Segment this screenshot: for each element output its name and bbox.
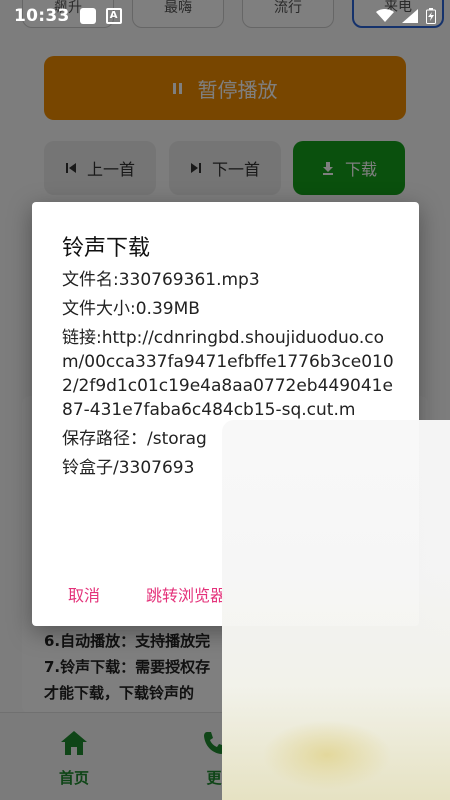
open-browser-button[interactable]: 跳转浏览器	[146, 582, 226, 606]
signal-icon	[402, 9, 418, 23]
keyboard-a-icon: A	[105, 8, 122, 24]
dialog-actions: 取消 跳转浏览器	[68, 582, 226, 606]
file-size-text: 文件大小:0.39MB	[62, 299, 200, 319]
blurred-overlay	[222, 420, 450, 800]
status-bar: 10:33 A	[0, 0, 450, 32]
link-text: 链接:http://cdnringbd.shoujiduoduo.com/00c…	[62, 328, 394, 420]
cancel-button[interactable]: 取消	[68, 582, 100, 606]
status-time: 10:33	[14, 6, 70, 26]
battery-charging-icon	[426, 8, 436, 24]
dialog-title: 铃声下载	[62, 236, 151, 261]
notification-icon	[79, 8, 96, 24]
wifi-icon	[376, 9, 394, 22]
file-name-text: 文件名:330769361.mp3	[62, 270, 260, 290]
